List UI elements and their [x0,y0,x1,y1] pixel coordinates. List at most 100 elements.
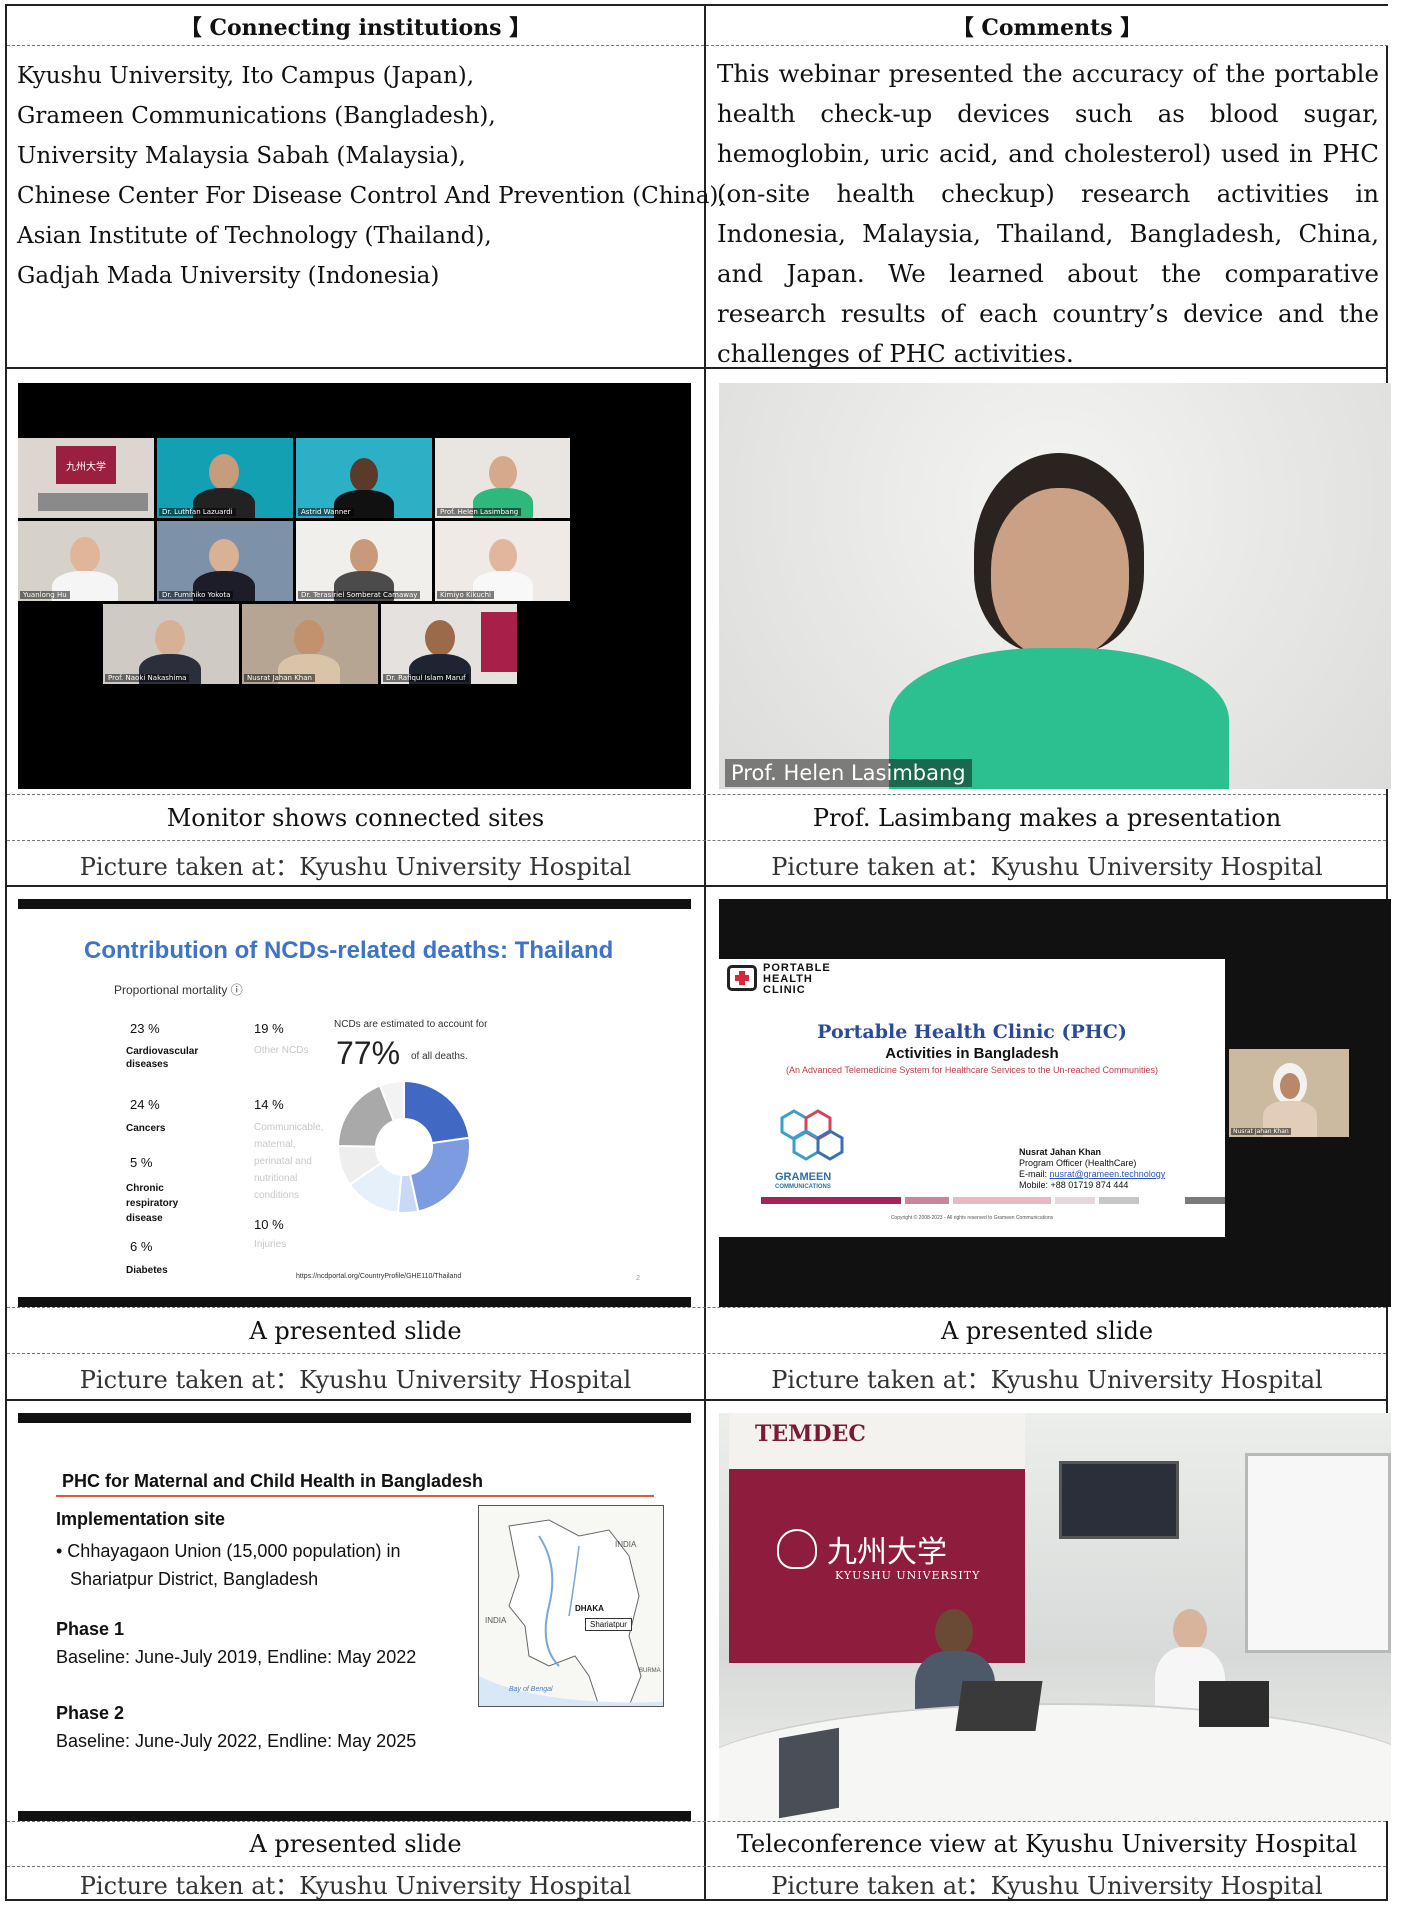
institution-item: Grameen Communications (Bangladesh), [17,103,496,129]
slide-page-number: 2 [636,1275,640,1282]
presenter-mobile: Mobile: +88 01719 874 444 [1019,1180,1129,1190]
photo-caption: Teleconference view at Kyushu University… [736,1830,1358,1858]
phase2-text: Baseline: June-July 2022, Endline: May 2… [56,1731,417,1751]
dashed-divider [7,1353,1386,1354]
photo-caption: Prof. Lasimbang makes a presentation [812,804,1282,832]
whiteboard [1245,1453,1391,1653]
stat-label: Cancers [126,1123,166,1134]
gallery-tile: Dr. Luthfan Lazuardi [157,438,293,518]
phase1-heading: Phase 1 [56,1619,125,1639]
map-shape [479,1519,663,1706]
stat-pct: 14 % [254,1097,284,1112]
column-divider [704,6,706,1899]
institution-item: Gadjah Mada University (Indonesia) [17,263,440,289]
tile-name: Nusrat Jahan Khan [1231,1128,1291,1135]
stat-pct: 19 % [254,1021,284,1036]
speaker-face [991,488,1129,658]
grameen-subname: COMMUNICATIONS [775,1184,831,1190]
color-bar [1185,1197,1225,1204]
logo-line: CLINIC [763,984,806,996]
slide-copyright: Copyright © 2008-2023 - All rights reser… [890,1215,1054,1221]
gallery-tile: Astrid Wanner [296,438,432,518]
stat-label: Chronic respiratory disease [126,1183,179,1224]
dashed-divider [7,1307,1386,1308]
photo-location: Picture taken at：Kyushu University Hospi… [79,1871,632,1900]
slide-canvas: PORTABLE HEALTH CLINIC Portable Health C… [719,959,1225,1237]
donut-chart [336,1079,471,1214]
photo-caption: A presented slide [249,1830,462,1858]
photo-slide-phc: PORTABLE HEALTH CLINIC Portable Health C… [719,899,1391,1307]
gallery-tile: Nusrat Jahan Khan [242,604,378,684]
header-institutions: 【 Connecting institutions 】 [7,6,704,46]
title-underline [56,1495,654,1497]
map-label: Shariatpur [585,1618,632,1631]
gallery-tile: Yuanlong Hu [18,521,154,601]
gallery-tile: 九州大学 [18,438,154,518]
gallery-tile: Dr. Rafiqul Islam Maruf [381,604,517,684]
implementation-line: • Chhayagaon Union (15,000 population) i… [56,1541,401,1561]
institution-list: Kyushu University, Ito Campus (Japan), G… [17,56,726,296]
gallery-tile: Kimiyo Kikuchi [435,521,570,601]
row-divider [7,885,1386,887]
photo-room: TEMDEC 九州大学 KYUSHU UNIVERSITY [719,1413,1391,1821]
photo-caption: A presented slide [940,1317,1154,1345]
comment-text: This webinar presented the accuracy of t… [717,59,1379,368]
university-kanji: 九州大学 [827,1535,947,1570]
laptop [1199,1681,1269,1727]
dashed-divider [7,794,1386,795]
maternal-slide-title: PHC for Maternal and Child Health in Ban… [62,1471,484,1491]
ncd-note: NCDs are estimated to account for [334,1019,488,1030]
stat-label: Cardiovascular diseases [126,1046,199,1070]
color-bar [953,1197,1051,1204]
gallery-tile: Dr. Fumihiko Yokota [157,521,293,601]
implementation-heading: Implementation site [56,1509,226,1529]
row-divider [7,1399,1386,1401]
photo-caption: A presented slide [249,1317,462,1345]
implementation-line: Shariatpur District, Bangladesh [70,1569,319,1589]
university-english: KYUSHU UNIVERSITY [835,1569,981,1582]
phase2-heading: Phase 2 [56,1703,125,1723]
presenter-info: Nusrat Jahan Khan Program Officer (Healt… [1019,1147,1165,1191]
photo-zoom-gallery: 九州大学 Dr. Luthfan Lazuardi Astrid Wanner … [18,383,691,789]
stat-label: Other NCDs [254,1045,309,1056]
institution-item: University Malaysia Sabah (Malaysia), [17,143,466,169]
speaker-name-label: Prof. Helen Lasimbang [725,759,972,787]
slide-source: https://ncdportal.org/CountryProfile/GHE… [296,1273,462,1280]
photo-speaker: Prof. Helen Lasimbang [719,383,1391,789]
photo-location: Picture taken at：Kyushu University Hospi… [771,852,1323,881]
email-label: E-mail: [1019,1169,1050,1179]
photo-slide-thailand: Contribution of NCDs-related deaths: Tha… [18,899,691,1307]
presenter-video-tile: Nusrat Jahan Khan [1229,1049,1349,1137]
photo-caption: Monitor shows connected sites [166,804,545,832]
email-link[interactable]: nusrat@grameen.technology [1050,1169,1166,1179]
clinic-bag-icon [727,965,757,991]
stat-pct: 5 % [130,1155,153,1170]
row-divider [7,367,1386,369]
content-table: 【 Connecting institutions 】 【 Comments 】… [5,4,1391,1901]
color-bar [1099,1197,1139,1204]
photo-location: Picture taken at：Kyushu University Hospi… [79,852,632,881]
gallery-tile: Prof. Helen Lasimbang [435,438,570,518]
map-label: INDIA [615,1540,637,1549]
stat-pct: 23 % [130,1021,160,1036]
stat-label: Injuries [254,1239,287,1250]
phase1-text: Baseline: June-July 2019, Endline: May 2… [56,1647,417,1667]
stat-label: Communicable, maternal, perinatal and nu… [254,1122,324,1201]
stat-label: Diabetes [126,1265,168,1276]
gallery-tile: Prof. Naoki Nakashima [103,604,239,684]
phc-logo-text: PORTABLE HEALTH CLINIC [763,963,831,996]
color-bar [761,1197,901,1204]
grameen-logo-icon [780,1109,844,1161]
phc-slide-title: Portable Health Clinic (PHC) [817,1021,1127,1043]
stat-pct: 24 % [130,1097,160,1112]
map-label: BURMA [639,1668,661,1674]
presenter-role: Program Officer (HealthCare) [1019,1158,1137,1168]
map-label: Bay of Bengal [509,1686,553,1693]
slide-title: Contribution of NCDs-related deaths: Tha… [84,937,614,964]
bangladesh-map: INDIA INDIA DHAKA Shariatpur Bay of Beng… [478,1505,664,1707]
map-label: DHAKA [575,1604,604,1613]
wall-screen [1059,1461,1179,1539]
institution-item: Kyushu University, Ito Campus (Japan), [17,63,475,89]
stat-pct: 10 % [254,1217,284,1232]
ncd-percentage: 77% [336,1035,401,1071]
